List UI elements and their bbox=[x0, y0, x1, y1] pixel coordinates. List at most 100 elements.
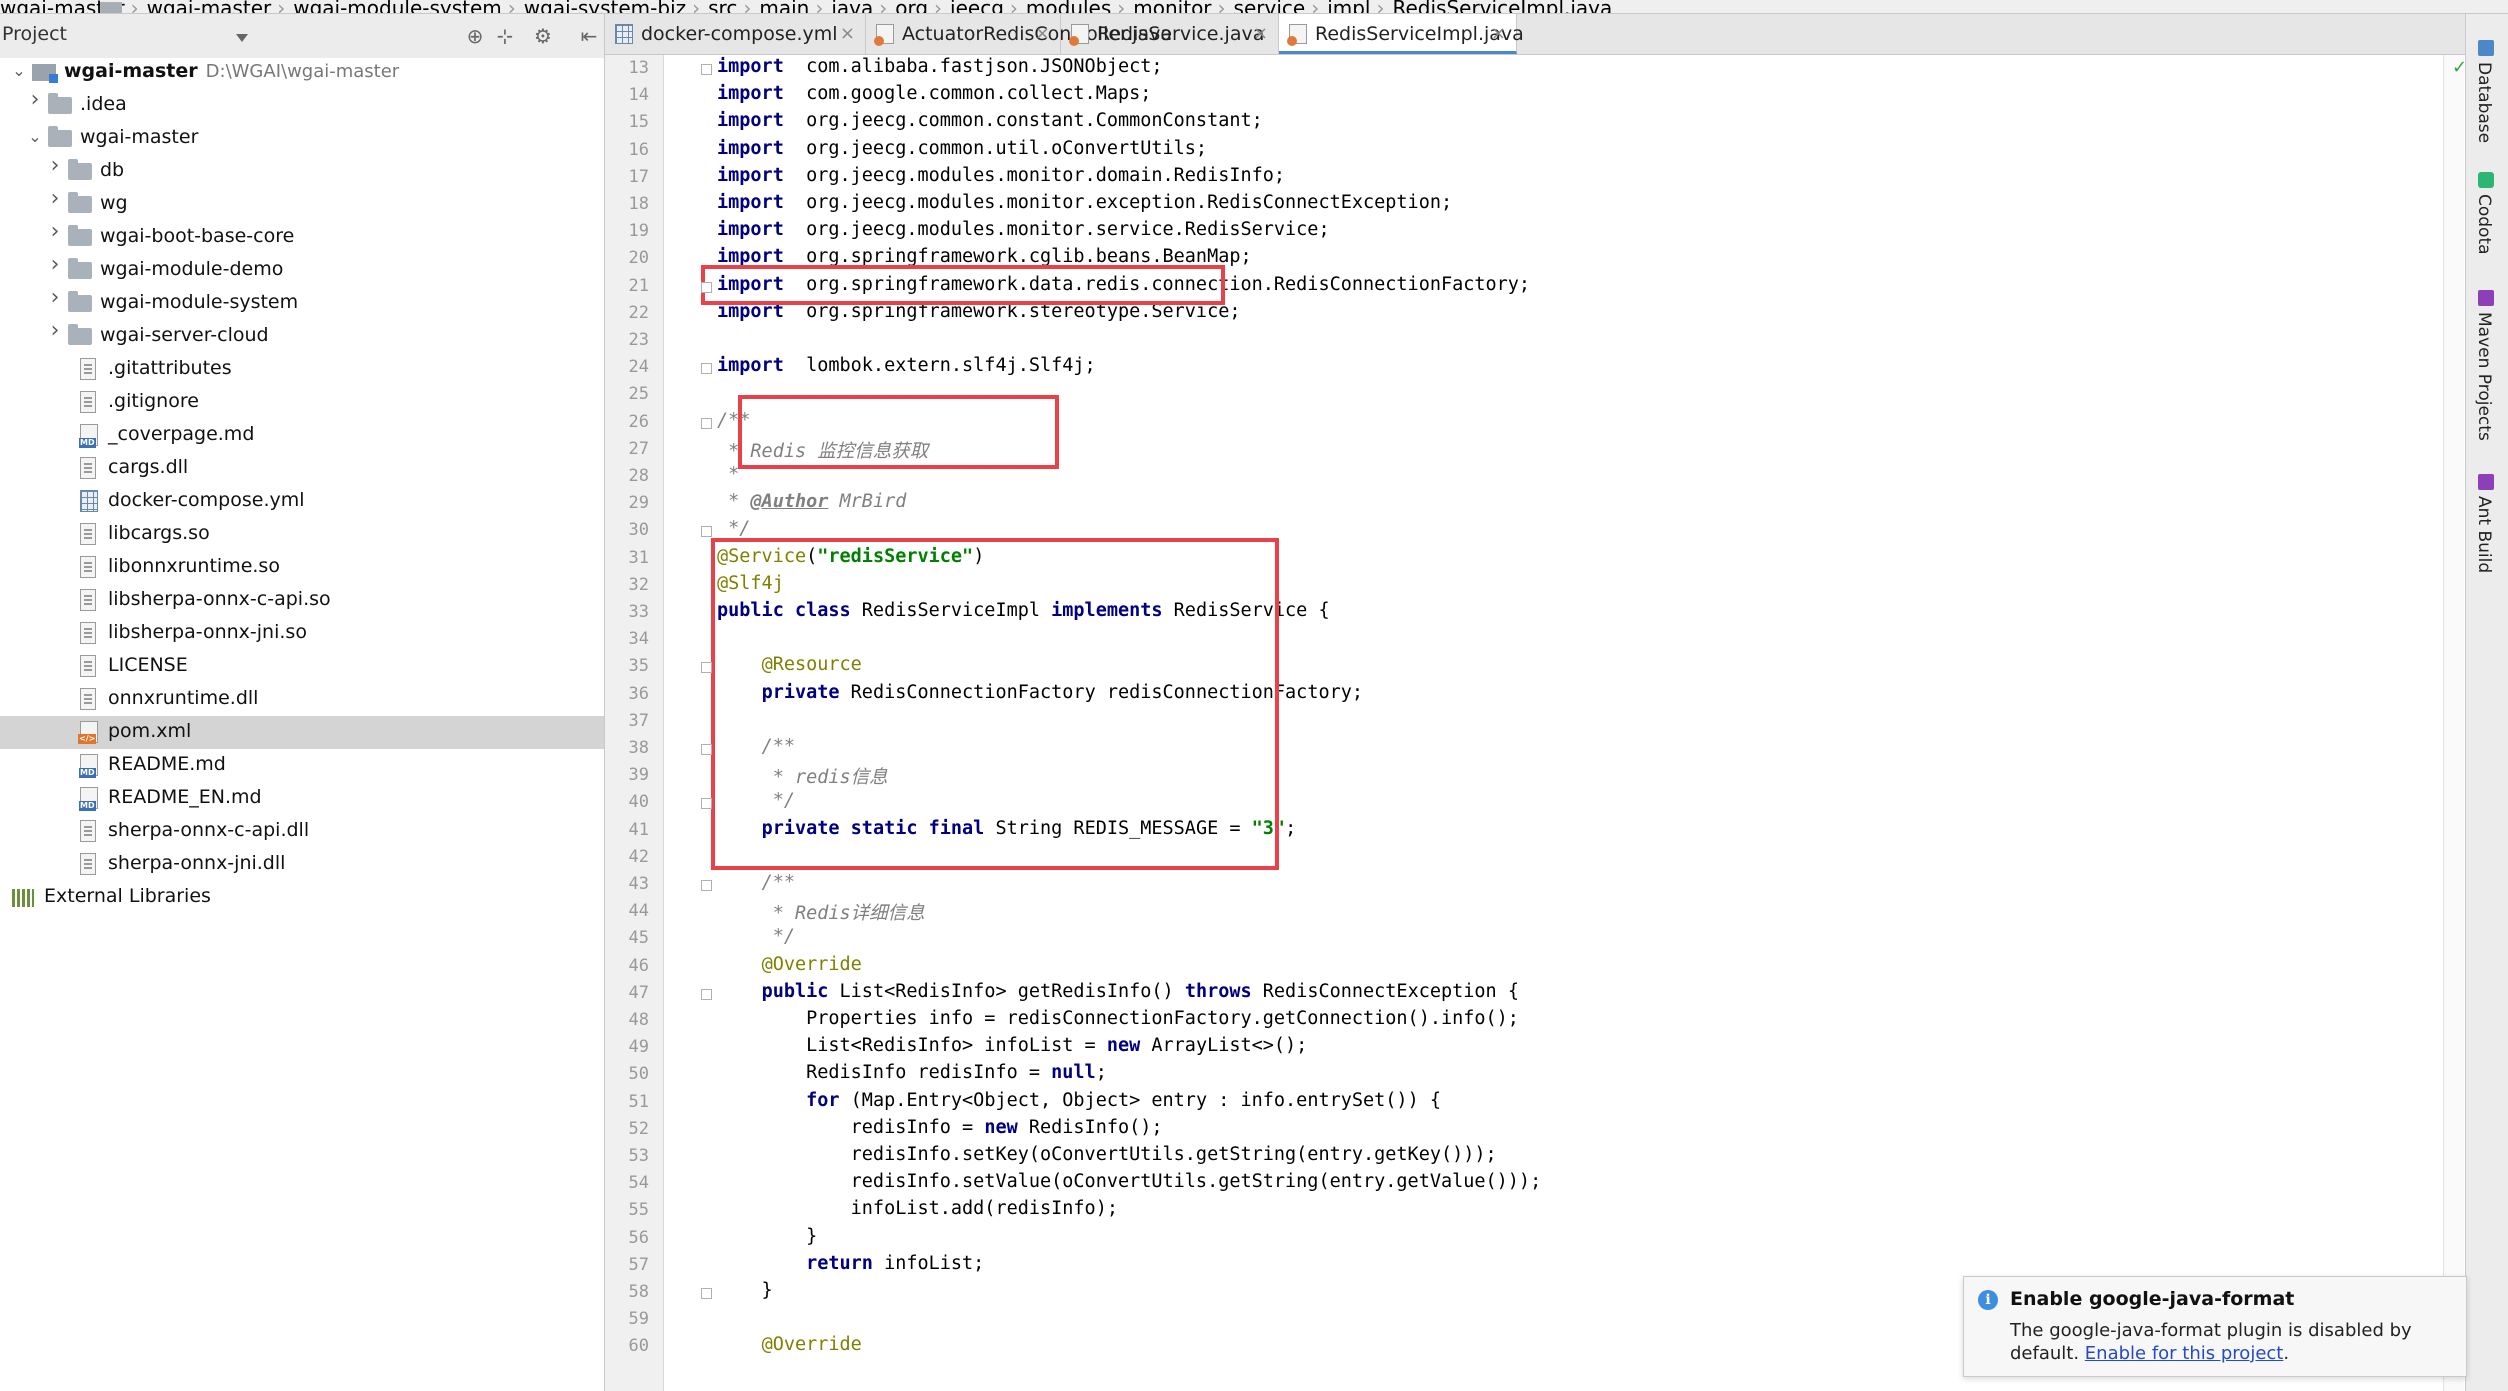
chevron-right-icon[interactable]: › bbox=[48, 254, 62, 276]
tree-item[interactable]: .gitattributes bbox=[0, 353, 604, 386]
tree-item[interactable]: libcargs.so bbox=[0, 518, 604, 551]
breadcrumb-item[interactable]: wgai-module-system › bbox=[100, 0, 524, 13]
fold-marker-icon[interactable] bbox=[701, 744, 712, 755]
line-number: 15 bbox=[628, 112, 649, 133]
code-token: import bbox=[717, 137, 784, 159]
view-selector-dropdown-icon[interactable] bbox=[236, 34, 248, 42]
line-number: 41 bbox=[628, 819, 649, 840]
line-number: 51 bbox=[628, 1091, 649, 1112]
breadcrumb-item[interactable]: jeecg › bbox=[100, 0, 1026, 13]
fold-marker-icon[interactable] bbox=[701, 880, 712, 891]
tree-item[interactable]: ⌄ wgai-master bbox=[0, 122, 604, 155]
folder-icon bbox=[68, 291, 92, 312]
fold-marker-icon[interactable] bbox=[701, 526, 712, 538]
gear-icon[interactable]: ⚙ bbox=[532, 25, 554, 47]
chevron-right-icon[interactable]: › bbox=[48, 188, 62, 210]
breadcrumb-item[interactable]: impl › bbox=[100, 0, 1392, 13]
line-number: 18 bbox=[628, 194, 649, 214]
line-number: 39 bbox=[628, 765, 649, 786]
project-panel-title[interactable]: Project bbox=[2, 23, 67, 45]
tree-item[interactable]: libonnxruntime.so bbox=[0, 551, 604, 584]
tab-docker-compose-yml[interactable]: docker-compose.yml × bbox=[605, 14, 866, 54]
tool-window-maven-projects[interactable]: Maven Projects bbox=[2474, 312, 2494, 441]
tree-item[interactable]: pom.xml bbox=[0, 716, 604, 749]
chevron-right-icon[interactable]: › bbox=[48, 287, 62, 309]
tree-item[interactable]: README.md bbox=[0, 749, 604, 782]
tree-item[interactable]: cargs.dll bbox=[0, 452, 604, 485]
close-icon[interactable]: × bbox=[1035, 23, 1050, 44]
breadcrumb-item[interactable]: monitor › bbox=[100, 0, 1233, 13]
chevron-down-icon[interactable]: ⌄ bbox=[28, 129, 42, 145]
breadcrumb-item[interactable]: wgai-master › bbox=[100, 0, 294, 13]
fold-marker-icon[interactable] bbox=[701, 1288, 712, 1299]
chevron-right-icon[interactable]: › bbox=[28, 89, 42, 111]
folder-icon bbox=[68, 192, 92, 213]
fold-marker-icon[interactable] bbox=[701, 64, 712, 75]
error-stripe[interactable] bbox=[2443, 55, 2464, 1391]
breadcrumb-item[interactable]: wgai-system-biz › bbox=[100, 0, 708, 13]
tree-item[interactable]: sherpa-onnx-c-api.dll bbox=[0, 815, 604, 848]
chevron-right-icon[interactable]: › bbox=[48, 221, 62, 243]
fold-marker-icon[interactable] bbox=[701, 988, 712, 1000]
tree-item[interactable]: sherpa-onnx-jni.dll bbox=[0, 848, 604, 881]
breadcrumb-item[interactable]: main › bbox=[100, 0, 831, 13]
chevron-right-icon[interactable]: › bbox=[48, 155, 62, 177]
tree-item-label: libsherpa-onnx-jni.so bbox=[108, 621, 307, 643]
breadcrumb-item[interactable]: wgai-master › bbox=[0, 0, 147, 13]
tree-item[interactable]: libsherpa-onnx-c-api.so bbox=[0, 584, 604, 617]
tree-item[interactable]: › wgai-boot-base-core bbox=[0, 221, 604, 254]
code-token: /** bbox=[761, 872, 795, 893]
close-icon[interactable]: × bbox=[840, 23, 855, 44]
tab-actuatorrediscontroller-java[interactable]: ActuatorRedisController.java × bbox=[866, 14, 1172, 54]
codota-icon bbox=[2478, 172, 2494, 188]
breadcrumb-item[interactable]: modules › bbox=[100, 0, 1133, 13]
file-icon bbox=[80, 820, 96, 842]
tree-item-label: .gitattributes bbox=[108, 357, 232, 379]
breadcrumb-item[interactable]: service › bbox=[100, 0, 1328, 13]
tab-redisserviceimpl-java[interactable]: RedisServiceImpl.java × bbox=[1279, 14, 1524, 54]
breadcrumb-item[interactable]: java › bbox=[100, 0, 895, 13]
tree-item[interactable]: _coverpage.md bbox=[0, 419, 604, 452]
tree-item[interactable]: libsherpa-onnx-jni.so bbox=[0, 617, 604, 650]
fold-marker-icon[interactable] bbox=[701, 281, 712, 293]
breadcrumb-item[interactable]: src › bbox=[100, 0, 759, 13]
close-icon[interactable]: × bbox=[1491, 23, 1506, 44]
tree-item[interactable]: docker-compose.yml bbox=[0, 485, 604, 518]
folder-icon bbox=[68, 159, 92, 180]
tree-item[interactable]: › wg bbox=[0, 188, 604, 221]
collapse-all-icon[interactable]: ⊹ bbox=[494, 25, 516, 47]
tool-window-database[interactable]: Database bbox=[2474, 62, 2494, 143]
tab-redisservice-java[interactable]: RedisService.java × bbox=[1061, 14, 1279, 54]
hide-panel-icon[interactable]: ⇤ bbox=[578, 25, 600, 47]
line-number: 55 bbox=[628, 1200, 649, 1221]
line-number: 30 bbox=[628, 520, 649, 541]
tree-item[interactable]: › wgai-module-system bbox=[0, 287, 604, 320]
breadcrumb-item[interactable]: RedisServiceImpl.java bbox=[100, 0, 1612, 13]
code-editor[interactable]: 13 14 15 16 17 18 19 20 21 22 23 24 25 26 27 28 29 30 31 32… bbox=[605, 55, 2443, 1391]
tree-item[interactable]: › wgai-server-cloud bbox=[0, 320, 604, 353]
tree-item[interactable]: README_EN.md bbox=[0, 782, 604, 815]
tree-item[interactable]: ⌄ wgai-master D:\WGAI\wgai-master bbox=[0, 56, 604, 89]
fold-marker-icon[interactable] bbox=[701, 417, 712, 429]
fold-marker-icon[interactable] bbox=[701, 798, 712, 810]
line-number: 43 bbox=[628, 874, 649, 894]
tool-window-codota[interactable]: Codota bbox=[2474, 194, 2494, 255]
tool-window-ant-build[interactable]: Ant Build bbox=[2474, 496, 2494, 573]
tree-item[interactable]: External Libraries bbox=[0, 881, 604, 914]
fold-marker-icon[interactable] bbox=[701, 662, 712, 674]
sync-target-icon[interactable]: ⊕ bbox=[464, 25, 486, 47]
tree-item[interactable]: › db bbox=[0, 155, 604, 188]
fold-marker-icon[interactable] bbox=[701, 363, 712, 375]
chevron-down-icon[interactable]: ⌄ bbox=[12, 63, 26, 79]
breadcrumb-item[interactable]: org › bbox=[100, 0, 950, 13]
chevron-right-icon[interactable]: › bbox=[48, 320, 62, 342]
tree-item[interactable]: .gitignore bbox=[0, 386, 604, 419]
tree-item[interactable]: › .idea bbox=[0, 89, 604, 122]
enable-plugin-link[interactable]: Enable for this project bbox=[2085, 1343, 2284, 1364]
tree-item[interactable]: onnxruntime.dll bbox=[0, 683, 604, 716]
code-line: * @Author MrBird bbox=[717, 491, 906, 512]
close-icon[interactable]: × bbox=[1253, 23, 1268, 44]
tree-item[interactable]: LICENSE bbox=[0, 650, 604, 683]
tree-item[interactable]: › wgai-module-demo bbox=[0, 254, 604, 287]
code-token: org.jeecg.modules.monitor.exception.Redi… bbox=[783, 192, 1453, 213]
